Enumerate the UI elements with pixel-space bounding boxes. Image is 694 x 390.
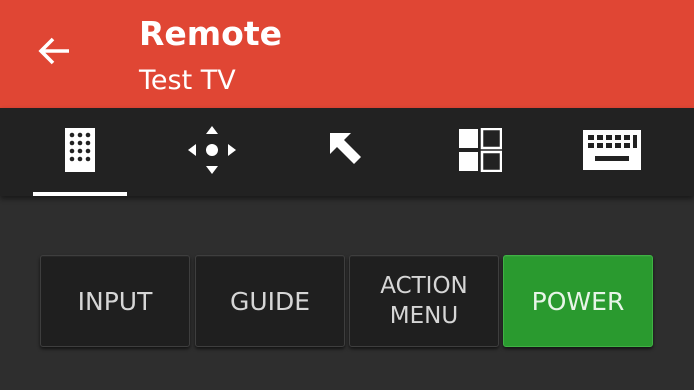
action-menu-button[interactable]: ACTION MENU (349, 255, 499, 347)
apps-grid-icon (458, 127, 503, 176)
power-button-label: POWER (531, 286, 625, 316)
tab-pointer[interactable] (279, 108, 413, 196)
app-title: Remote (139, 14, 283, 53)
arrow-left-icon (37, 36, 71, 70)
remote-control-icon (65, 128, 95, 176)
app-bar: Remote Test TV (0, 0, 694, 108)
remote-mode-tabs (0, 108, 694, 196)
guide-button-label: GUIDE (229, 286, 311, 316)
dpad-icon (186, 124, 238, 180)
remote-screen: Remote Test TV INPUT GUIDE ACTION MENU P… (0, 0, 694, 390)
tab-dpad[interactable] (145, 108, 279, 196)
back-button[interactable] (20, 23, 88, 83)
action-menu-label-line2: MENU (389, 303, 459, 329)
tab-remote[interactable] (33, 108, 127, 196)
action-menu-label-line1: ACTION (380, 273, 468, 299)
input-button-label: INPUT (77, 286, 153, 316)
pointer-arrow-icon (327, 130, 365, 174)
power-button[interactable]: POWER (503, 255, 653, 347)
selected-tab-indicator (33, 192, 127, 196)
guide-button[interactable]: GUIDE (195, 255, 345, 347)
tab-apps[interactable] (413, 108, 547, 196)
keyboard-icon (583, 130, 641, 174)
tab-keyboard[interactable] (545, 108, 679, 196)
input-button[interactable]: INPUT (40, 255, 190, 347)
device-name: Test TV (139, 65, 236, 96)
